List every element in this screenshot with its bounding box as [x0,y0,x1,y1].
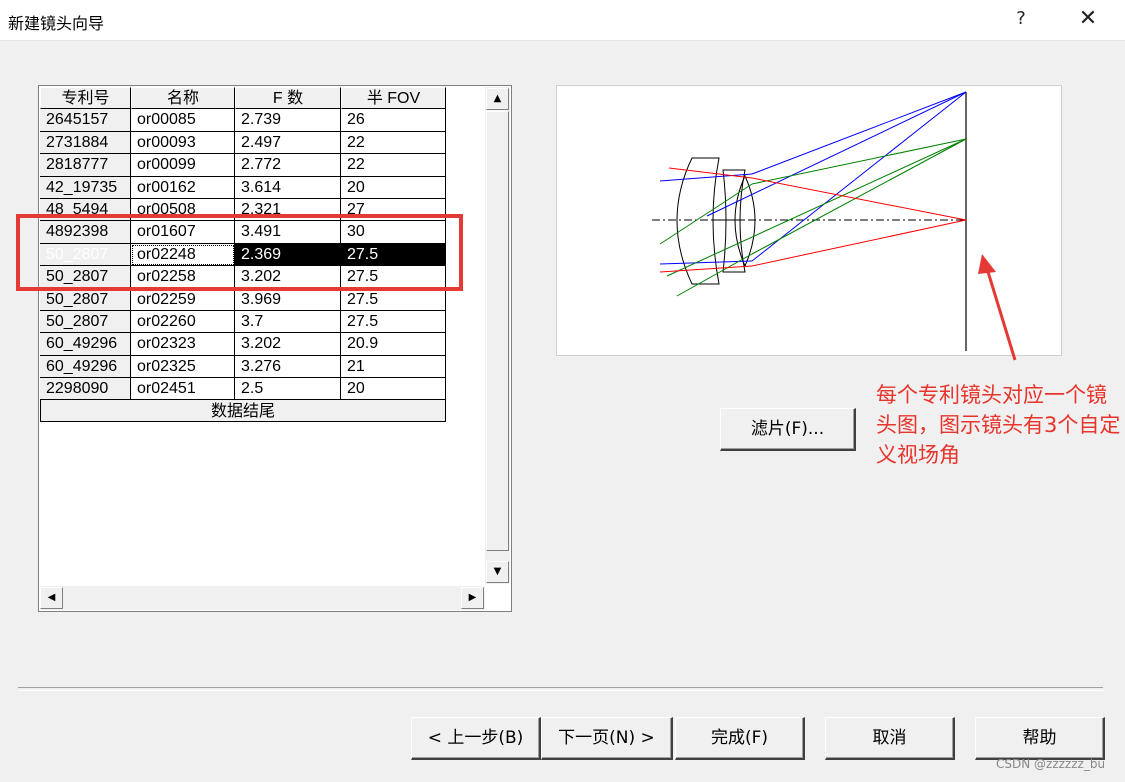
table-cell[interactable]: 22 [341,131,446,155]
table-header-row: 专利号 名称 F 数 半 FOV [40,87,446,110]
table-cell[interactable]: or02323 [131,333,235,356]
table-row[interactable]: 60_49296 or02323 3.202 20.9 [40,333,446,356]
table-cell[interactable]: or00093 [131,131,235,155]
table-end-label: 数据结尾 [40,400,446,423]
horizontal-scrollbar[interactable]: ◀ ▶ [40,586,485,610]
table-row[interactable]: 42_19735 or00162 3.614 20 [40,176,446,199]
vertical-scrollbar[interactable]: ▲ ▼ [485,87,510,584]
table-cell[interactable]: 20 [341,176,446,199]
filter-button[interactable]: 滤片(F)... [720,408,856,451]
table-cell[interactable]: 3.202 [235,333,341,356]
table-cell[interactable]: or02325 [131,355,235,379]
table-cell[interactable]: 50_2807 [40,310,131,334]
header-name[interactable]: 名称 [131,87,235,110]
table-cell[interactable]: 2.739 [235,109,341,132]
table-cell[interactable]: 2.5 [235,378,341,401]
table-cell[interactable]: 3.969 [235,288,341,311]
ray-bundle-blue [659,91,967,265]
table-cell[interactable]: 27.5 [341,288,446,311]
footer-separator [18,687,1103,691]
table-cell[interactable]: 20 [341,378,446,401]
scroll-left-arrow-icon[interactable]: ◀ [40,587,63,609]
table-cell[interactable]: 2298090 [40,378,131,401]
header-half-fov[interactable]: 半 FOV [341,87,446,110]
table-cell[interactable]: 2731884 [40,131,131,155]
ray-bundle-green [659,138,967,297]
finish-button[interactable]: 完成(F) [675,717,805,760]
scroll-thumb[interactable] [486,111,509,551]
table-cell[interactable]: 50_2807 [40,288,131,311]
table-cell[interactable]: 22 [341,154,446,177]
scroll-right-arrow-icon[interactable]: ▶ [461,587,484,609]
cancel-button[interactable]: 取消 [825,717,955,760]
table-cell[interactable]: 3.276 [235,355,341,379]
header-f-number[interactable]: F 数 [235,87,341,110]
annotation-text: 每个专利镜头对应一个镜头图，图示镜头有3个自定义视场角 [876,383,1121,467]
table-cell[interactable]: or00162 [131,176,235,199]
help-icon[interactable]: ? [1006,4,1036,34]
table-cell[interactable]: 2.772 [235,154,341,177]
table-cell[interactable]: 2645157 [40,109,131,132]
table-cell[interactable]: 27.5 [341,310,446,334]
table-cell[interactable]: 42_19735 [40,176,131,199]
back-button[interactable]: < 上一步(B) [411,717,541,760]
scroll-up-arrow-icon[interactable]: ▲ [486,88,509,110]
table-cell[interactable]: 2.497 [235,131,341,155]
table-cell[interactable]: or00099 [131,154,235,177]
next-button[interactable]: 下一页(N) > [541,717,673,760]
table-row[interactable]: 50_2807 or02259 3.969 27.5 [40,288,446,311]
lens-element-3 [734,174,756,268]
table-cell[interactable]: 20.9 [341,333,446,356]
table-cell[interactable]: or02451 [131,378,235,401]
close-icon[interactable]: ✕ [1073,4,1103,34]
table-cell[interactable]: or02260 [131,310,235,334]
table-row[interactable]: 50_2807 or02260 3.7 27.5 [40,310,446,334]
table-cell[interactable]: 21 [341,355,446,379]
title-bar: 新建镜头向导 ? ✕ [0,0,1125,41]
table-cell[interactable]: 60_49296 [40,333,131,356]
table-row[interactable]: 2818777 or00099 2.772 22 [40,154,446,177]
table-cell[interactable]: or00085 [131,109,235,132]
table-row[interactable]: 60_49296 or02325 3.276 21 [40,355,446,379]
table-row[interactable]: 2731884 or00093 2.497 22 [40,131,446,155]
annotation-arrow-icon [978,254,1017,361]
window-title: 新建镜头向导 [8,14,105,33]
table-cell[interactable]: 60_49296 [40,355,131,379]
table-cell[interactable]: 3.7 [235,310,341,334]
highlight-box [16,214,463,291]
table-cell[interactable]: 26 [341,109,446,132]
scroll-down-arrow-icon[interactable]: ▼ [486,561,509,583]
table-row[interactable]: 2645157 or00085 2.739 26 [40,109,446,132]
watermark: CSDN @zzzzzz_bu [996,757,1106,771]
table-cell[interactable]: 2818777 [40,154,131,177]
header-patent-no[interactable]: 专利号 [40,87,131,110]
table-cell[interactable]: 3.614 [235,176,341,199]
table-cell[interactable]: or02259 [131,288,235,311]
table-row[interactable]: 2298090 or02451 2.5 20 [40,378,446,401]
help-button[interactable]: 帮助 [975,717,1105,760]
